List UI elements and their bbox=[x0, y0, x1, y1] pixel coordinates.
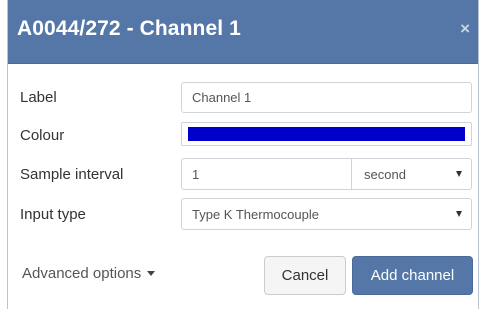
add-channel-button[interactable]: Add channel bbox=[352, 256, 473, 295]
close-icon[interactable]: × bbox=[460, 20, 470, 37]
label-input[interactable]: Channel 1 bbox=[181, 82, 472, 113]
advanced-options-label: Advanced options bbox=[22, 265, 142, 282]
sample-interval-label: Sample interval bbox=[20, 166, 124, 183]
caret-down-icon bbox=[147, 271, 156, 276]
interval-unit-select[interactable]: second bbox=[351, 158, 472, 190]
input-type-select[interactable]: Type K Thermocouple bbox=[181, 198, 472, 230]
cancel-button[interactable]: Cancel bbox=[264, 256, 346, 295]
colour-field-label: Colour bbox=[20, 127, 65, 144]
add-channel-dialog: A0044/272 - Channel 1 × Label Channel 1 … bbox=[7, 0, 479, 309]
input-type-value: Type K Thermocouple bbox=[192, 206, 319, 222]
sample-interval-value: 1 bbox=[192, 166, 200, 182]
label-input-value: Channel 1 bbox=[192, 90, 252, 105]
colour-picker[interactable] bbox=[181, 122, 472, 146]
chevron-down-icon bbox=[456, 211, 462, 217]
label-field-label: Label bbox=[20, 89, 57, 106]
dialog-header: A0044/272 - Channel 1 × bbox=[8, 0, 478, 63]
colour-swatch bbox=[188, 127, 465, 141]
chevron-down-icon bbox=[456, 171, 462, 177]
interval-unit-value: second bbox=[364, 166, 406, 182]
advanced-options-toggle[interactable]: Advanced options bbox=[22, 265, 156, 282]
dialog-title: A0044/272 - Channel 1 bbox=[17, 17, 241, 40]
input-type-label: Input type bbox=[20, 206, 86, 223]
sample-interval-input[interactable]: 1 bbox=[181, 158, 352, 190]
